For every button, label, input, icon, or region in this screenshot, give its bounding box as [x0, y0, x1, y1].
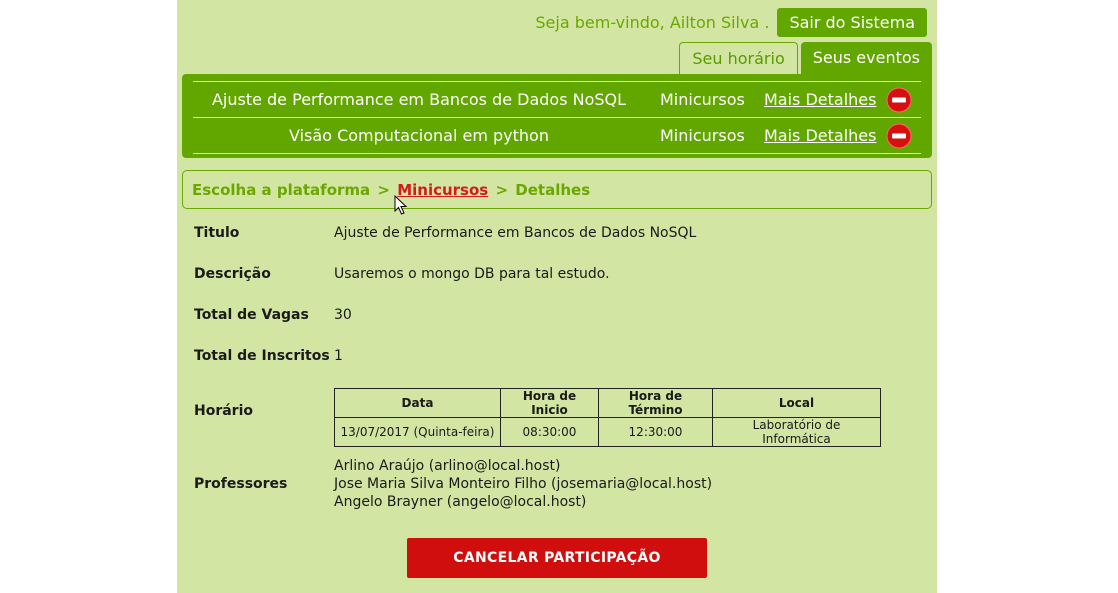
logout-button[interactable]: Sair do Sistema	[777, 8, 927, 37]
event-row: Visão Computacional em python Minicursos…	[193, 117, 921, 154]
descricao-label: Descrição	[194, 266, 271, 282]
remove-circle-icon[interactable]	[886, 87, 912, 113]
horario-label: Horário	[194, 403, 254, 419]
table-header-row: Data Hora de Inicio Hora de Término Loca…	[334, 388, 881, 418]
event-type: Minicursos	[660, 90, 745, 109]
professor-list: Arlino Araújo (arlino@local.host) Jose M…	[334, 457, 712, 511]
mouse-cursor-icon	[394, 195, 408, 215]
titulo-label: Titulo	[194, 225, 240, 241]
cancel-participation-button[interactable]: CANCELAR PARTICIPAÇÃO	[407, 538, 707, 578]
schedule-table: Data Hora de Inicio Hora de Término Loca…	[334, 388, 881, 447]
table-cell: 12:30:00	[598, 417, 713, 447]
inscritos-value: 1	[334, 348, 343, 364]
vagas-label: Total de Vagas	[194, 307, 309, 323]
table-row: 13/07/2017 (Quinta-feira) 08:30:00 12:30…	[334, 417, 881, 447]
breadcrumb-step-details: Detalhes	[515, 181, 591, 199]
column-header: Hora de Término	[598, 388, 713, 418]
breadcrumb-separator: >	[377, 181, 390, 199]
tab-seus-eventos[interactable]: Seus eventos	[800, 42, 932, 74]
event-title: Visão Computacional em python	[289, 126, 549, 145]
breadcrumb: Escolha a plataforma > Minicursos > Deta…	[182, 170, 932, 209]
descricao-value: Usaremos o mongo DB para tal estudo.	[334, 266, 610, 282]
table-cell: Laboratório de Informática	[712, 417, 881, 447]
breadcrumb-separator: >	[495, 181, 509, 199]
column-header: Local	[712, 388, 881, 418]
event-details-link[interactable]: Mais Detalhes	[764, 90, 876, 109]
inscritos-label: Total de Inscritos	[194, 348, 330, 364]
event-type: Minicursos	[660, 126, 745, 145]
list-item: Arlino Araújo (arlino@local.host)	[334, 458, 561, 474]
event-row: Ajuste de Performance em Bancos de Dados…	[193, 81, 921, 117]
column-header: Hora de Inicio	[500, 388, 599, 418]
column-header: Data	[334, 388, 501, 418]
event-title: Ajuste de Performance em Bancos de Dados…	[211, 90, 627, 109]
vagas-value: 30	[334, 307, 352, 323]
list-item: Jose Maria Silva Monteiro Filho (josemar…	[334, 476, 713, 492]
table-cell: 08:30:00	[500, 417, 599, 447]
list-item: Angelo Brayner (angelo@local.host)	[334, 494, 587, 510]
tab-seu-horario[interactable]: Seu horário	[679, 42, 798, 74]
welcome-message: Seja bem-vindo, Ailton Silva .	[535, 13, 770, 32]
header-bar: Seja bem-vindo, Ailton Silva . Sair do S…	[535, 8, 927, 37]
event-details-link[interactable]: Mais Detalhes	[764, 126, 876, 145]
remove-circle-icon[interactable]	[886, 123, 912, 149]
events-panel: Ajuste de Performance em Bancos de Dados…	[182, 74, 932, 158]
page-container: Seja bem-vindo, Ailton Silva . Sair do S…	[177, 0, 937, 593]
table-cell: 13/07/2017 (Quinta-feira)	[334, 417, 501, 447]
titulo-value: Ajuste de Performance em Bancos de Dados…	[334, 225, 697, 241]
breadcrumb-step-platform[interactable]: Escolha a plataforma	[192, 181, 370, 199]
professores-label: Professores	[194, 476, 288, 492]
breadcrumb-step-minicursos[interactable]: Minicursos	[397, 181, 488, 199]
tab-bar: Seu horário Seus eventos	[676, 42, 932, 74]
